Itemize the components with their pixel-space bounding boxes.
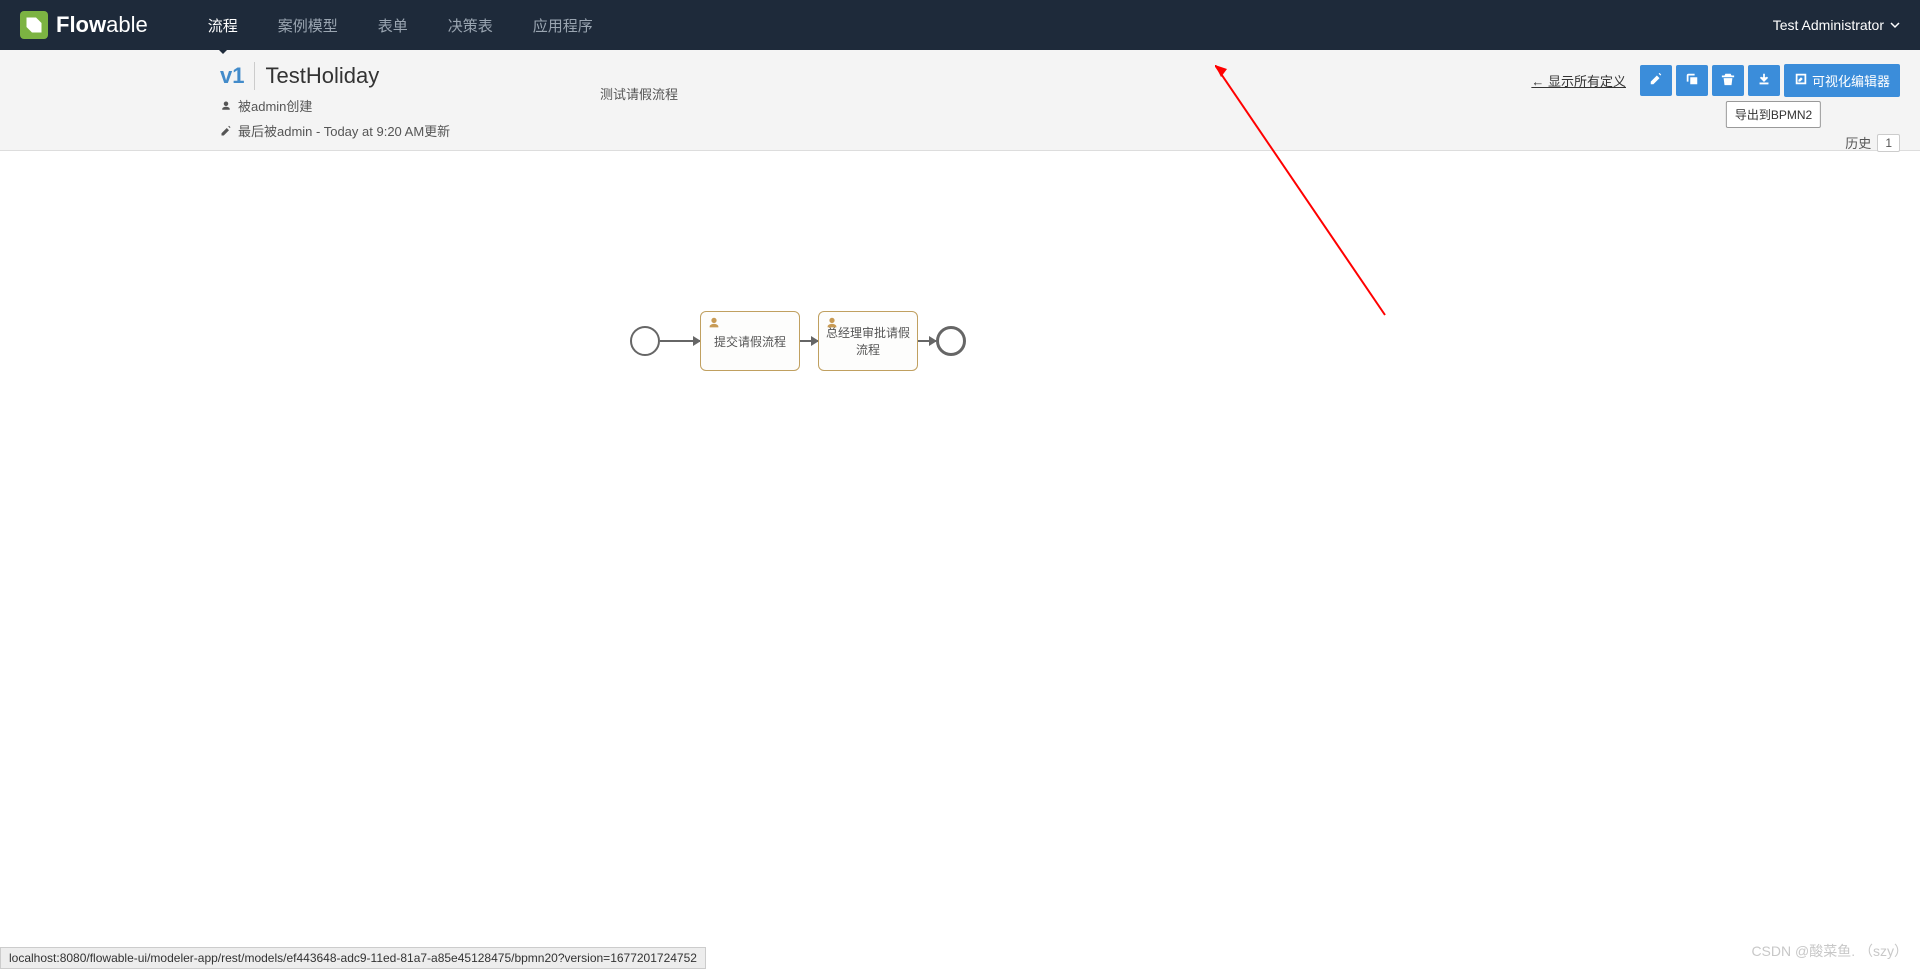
top-navbar: Flowable 流程 案例模型 表单 决策表 应用程序 Test Admini… <box>0 0 1920 50</box>
model-header: v1 TestHoliday 被admin创建 最后被admin - Today… <box>0 50 1920 151</box>
nav-apps[interactable]: 应用程序 <box>533 1 593 50</box>
copy-icon <box>1685 72 1699 89</box>
diagram-canvas[interactable]: 提交请假流程 总经理审批请假流程 <box>0 151 1920 651</box>
actions-row: ← 显示所有定义 导出到BPMN2 可视化编辑器 <box>1531 64 1900 97</box>
navbar-left: Flowable 流程 案例模型 表单 决策表 应用程序 <box>20 1 593 50</box>
logo-icon <box>20 11 48 39</box>
nav-decision-tables[interactable]: 决策表 <box>448 1 493 50</box>
watermark: CSDN @酸菜鱼. （szy） <box>1751 941 1908 961</box>
download-button[interactable]: 导出到BPMN2 <box>1748 65 1780 96</box>
nav-case-models[interactable]: 案例模型 <box>278 1 338 50</box>
history-row[interactable]: 历史 1 <box>1845 133 1900 152</box>
chevron-down-icon <box>1890 17 1900 33</box>
updated-by-text: 最后被admin - Today at 9:20 AM更新 <box>238 121 450 140</box>
sequence-flow-2[interactable] <box>800 340 818 342</box>
download-icon <box>1757 72 1771 89</box>
user-menu[interactable]: Test Administrator <box>1773 17 1900 33</box>
user-task-icon <box>707 316 721 333</box>
duplicate-button[interactable] <box>1676 65 1708 96</box>
user-task-approve[interactable]: 总经理审批请假流程 <box>818 311 918 371</box>
edit-square-icon <box>1794 72 1808 89</box>
actions-column: ← 显示所有定义 导出到BPMN2 可视化编辑器 历史 1 <box>1531 64 1900 152</box>
nav-items: 流程 案例模型 表单 决策表 应用程序 <box>208 1 593 50</box>
user-task-icon <box>825 316 839 333</box>
task-label: 提交请假流程 <box>714 333 786 350</box>
version-label: v1 <box>220 63 244 89</box>
end-event[interactable] <box>936 326 966 356</box>
user-name: Test Administrator <box>1773 17 1884 33</box>
app-logo[interactable]: Flowable <box>20 11 148 39</box>
edit-button[interactable] <box>1640 65 1672 96</box>
created-by-text: 被admin创建 <box>238 96 312 115</box>
model-description: 测试请假流程 <box>600 84 678 103</box>
sequence-flow-3[interactable] <box>918 340 936 342</box>
download-tooltip: 导出到BPMN2 <box>1726 101 1821 128</box>
visual-editor-button[interactable]: 可视化编辑器 <box>1784 64 1900 97</box>
logo-text: Flowable <box>56 12 148 38</box>
browser-status-bar: localhost:8080/flowable-ui/modeler-app/r… <box>0 947 706 969</box>
history-label: 历史 <box>1845 133 1871 152</box>
model-title: TestHoliday <box>265 63 379 89</box>
sequence-flow-1[interactable] <box>660 340 700 342</box>
pencil-icon <box>220 125 232 137</box>
show-all-definitions-link[interactable]: ← 显示所有定义 <box>1531 71 1626 90</box>
user-task-submit[interactable]: 提交请假流程 <box>700 311 800 371</box>
visual-editor-label: 可视化编辑器 <box>1812 71 1890 90</box>
trash-icon <box>1721 72 1735 89</box>
nav-forms[interactable]: 表单 <box>378 1 408 50</box>
pencil-icon <box>1649 72 1663 89</box>
delete-button[interactable] <box>1712 65 1744 96</box>
start-event[interactable] <box>630 326 660 356</box>
bpmn-diagram: 提交请假流程 总经理审批请假流程 <box>630 311 966 371</box>
title-separator <box>254 62 255 90</box>
nav-processes[interactable]: 流程 <box>208 1 238 50</box>
history-count: 1 <box>1877 134 1900 152</box>
user-icon <box>220 100 232 112</box>
